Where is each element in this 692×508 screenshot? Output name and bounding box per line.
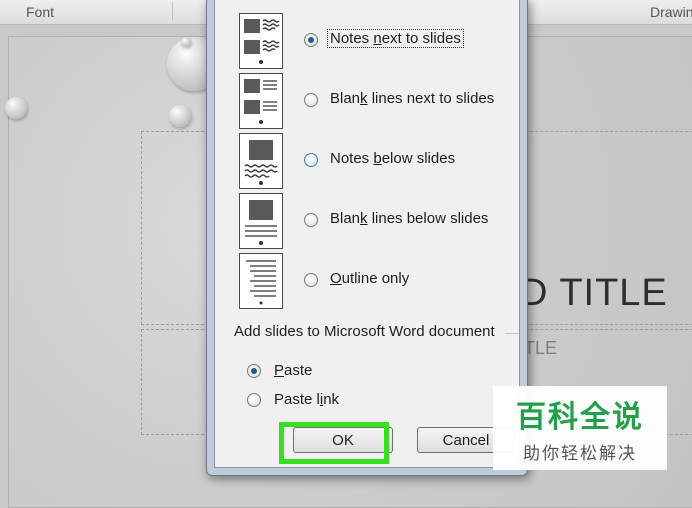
paste-link-label: Paste link	[274, 391, 340, 408]
drawing-group-label: Drawin	[650, 4, 692, 20]
watermark-slogan: 助你轻松解决	[523, 444, 637, 464]
outline-radio[interactable]	[304, 273, 318, 287]
layout-option-blank-next[interactable]: Blank lines next to slides	[239, 73, 519, 129]
font-group-label: Font	[26, 4, 55, 20]
water-drop	[181, 37, 191, 47]
outline-label: Outline only	[330, 270, 410, 287]
notes-next-label: Notes next to slides	[327, 29, 464, 48]
dialog-body: Notes next to slides Blank lines next to…	[214, 0, 520, 468]
watermark-title: 百科全说	[516, 400, 644, 435]
blank-next-label: Blank lines next to slides	[330, 90, 495, 107]
layout-option-blank-below[interactable]: Blank lines below slides	[239, 193, 519, 249]
blank-lines-below-slides-icon	[239, 193, 283, 249]
layout-option-outline[interactable]: Outline only	[239, 253, 519, 309]
notes-below-radio[interactable]	[304, 153, 318, 167]
notes-next-radio[interactable]	[304, 33, 318, 47]
slide-title[interactable]: D TITLE	[520, 272, 668, 315]
paste-link-radio[interactable]	[247, 393, 261, 407]
blank-below-label: Blank lines below slides	[330, 210, 489, 227]
outline-only-icon	[239, 253, 283, 309]
blank-next-radio[interactable]	[304, 93, 318, 107]
ok-button[interactable]: OK	[293, 427, 393, 453]
notes-below-label: Notes below slides	[330, 150, 456, 167]
add-slides-group-label: Add slides to Microsoft Word document	[234, 323, 495, 340]
send-to-word-dialog: Notes next to slides Blank lines next to…	[206, 0, 528, 476]
paste-label: Paste	[274, 362, 313, 379]
notes-next-to-slides-icon	[239, 13, 283, 69]
paste-link-option[interactable]: Paste link	[247, 390, 447, 412]
water-drop	[169, 105, 191, 127]
paste-radio[interactable]	[247, 364, 261, 378]
blank-lines-next-to-slides-icon	[239, 73, 283, 129]
ribbon-separator	[172, 2, 173, 20]
layout-option-notes-next[interactable]: Notes next to slides	[239, 13, 519, 69]
watermark-logo: 百科全说 助你轻松解决	[493, 386, 667, 470]
layout-option-notes-below[interactable]: Notes below slides	[239, 133, 519, 189]
water-drop	[5, 97, 27, 119]
blank-below-radio[interactable]	[304, 213, 318, 227]
notes-below-slides-icon	[239, 133, 283, 189]
group-divider	[505, 333, 519, 334]
paste-option[interactable]: Paste	[247, 361, 447, 383]
